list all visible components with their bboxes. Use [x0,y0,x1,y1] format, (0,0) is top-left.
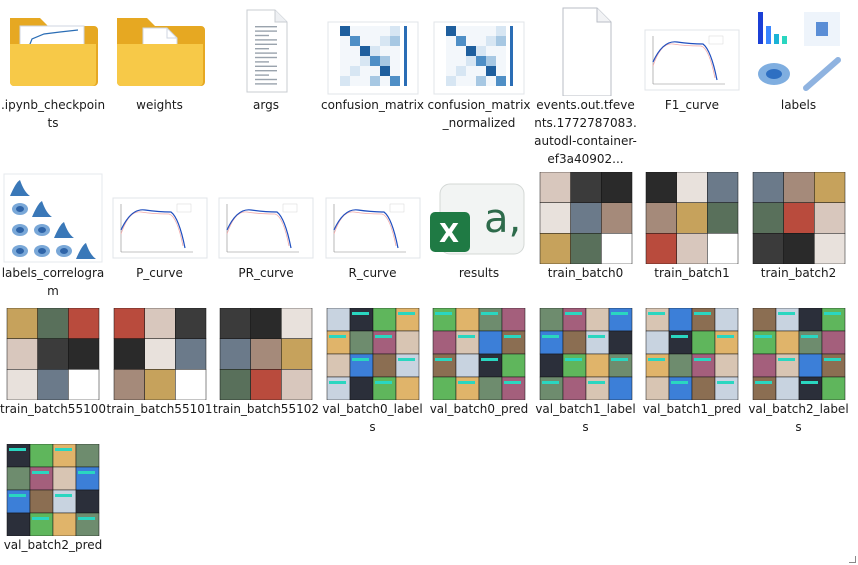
file-name-label: P_curve [136,266,183,280]
file-thumbnail[interactable] [320,172,426,264]
validation-batch-thumbnail [752,307,845,401]
file-name-label: val_batch2_labels [748,402,849,434]
blank-file-icon [562,7,611,97]
file-thumbnail[interactable] [107,4,213,96]
file-name-label: confusion_matrix [320,98,425,112]
training-batch-thumbnail [539,171,632,265]
file-name-label: PR_curve [238,266,294,280]
training-batch-thumbnail [645,171,739,265]
file-grid: .ipynb_checkpoints weights args confusio… [0,0,858,565]
correlogram-thumbnail [3,173,103,263]
curve-plot-thumbnail [325,197,420,259]
confusion-matrix-thumbnail [433,21,525,95]
file-thumbnail[interactable] [426,307,532,401]
file-name-label: val_batch0_pred [429,402,529,416]
training-batch-thumbnail [752,171,845,265]
folder-icon [10,18,98,86]
file-name-label: train_batch55101 [106,402,213,416]
svg-text:X: X [439,219,459,249]
training-batch-thumbnail [219,307,313,401]
curve-plot-thumbnail [112,197,207,259]
file-thumbnail[interactable] [746,307,852,401]
file-name-label: labels [780,98,817,112]
validation-batch-thumbnail [432,307,526,401]
file-thumbnail[interactable] [746,4,852,96]
validation-batch-thumbnail [645,307,739,401]
validation-batch-thumbnail [6,443,100,537]
confusion-matrix-thumbnail [327,21,418,95]
file-name-label: train_batch55102 [213,402,319,416]
curve-plot-thumbnail [218,197,314,259]
file-name-label: train_batch1 [654,266,730,280]
folder-icon [116,18,205,86]
text-file-icon [246,9,288,93]
file-name-label: R_curve [348,266,397,280]
file-thumbnail[interactable] [107,172,213,264]
file-thumbnail[interactable] [320,4,426,96]
file-thumbnail[interactable] [639,171,745,265]
training-batch-thumbnail [113,307,206,401]
file-name-label: train_batch55100 [0,402,106,416]
file-name-label: labels_correlogram [1,266,105,298]
file-thumbnail[interactable] [0,172,106,264]
file-name-label: train_batch2 [760,266,837,280]
file-name-label: results [458,266,500,280]
file-name-label: val_batch1_pred [642,402,742,416]
file-name-label: confusion_matrix_normalized [427,98,531,130]
file-thumbnail[interactable] [533,307,639,401]
validation-batch-thumbnail [326,307,419,401]
file-thumbnail[interactable] [639,4,745,96]
training-batch-thumbnail [6,307,100,401]
file-thumbnail[interactable] [320,307,426,401]
file-thumbnail[interactable] [533,4,639,97]
file-thumbnail[interactable] [0,307,106,401]
excel-file-icon: a, X [430,183,525,255]
file-thumbnail[interactable] [0,4,106,96]
vertical-scrollbar[interactable] [848,0,858,565]
file-thumbnail[interactable] [639,307,745,401]
file-thumbnail[interactable] [0,443,106,537]
file-name-label: val_batch0_labels [322,402,423,434]
validation-batch-thumbnail [539,307,632,401]
file-thumbnail[interactable] [746,171,852,265]
file-thumbnail[interactable]: a, X [426,172,532,264]
file-thumbnail[interactable] [213,4,319,96]
file-name-label: train_batch0 [547,266,624,280]
svg-text:a,: a, [484,196,521,242]
file-name-label: val_batch1_labels [535,402,636,434]
file-name-label: val_batch2_pred [3,538,103,552]
curve-plot-thumbnail [644,29,740,91]
file-thumbnail[interactable] [533,171,639,265]
file-name-label: .ipynb_checkpoints [0,98,106,130]
file-name-label: args [253,98,279,112]
labels-plot-thumbnail [747,6,850,94]
file-thumbnail[interactable] [213,172,319,264]
file-name-label: F1_curve [664,98,720,112]
file-name-label: weights [136,98,183,112]
file-thumbnail[interactable] [213,307,319,401]
file-thumbnail[interactable] [426,4,532,96]
file-thumbnail[interactable] [107,307,213,401]
scroll-down-arrow-icon[interactable] [849,556,856,563]
file-name-label: events.out.tfevents.1772787083.autodl-co… [534,98,637,166]
